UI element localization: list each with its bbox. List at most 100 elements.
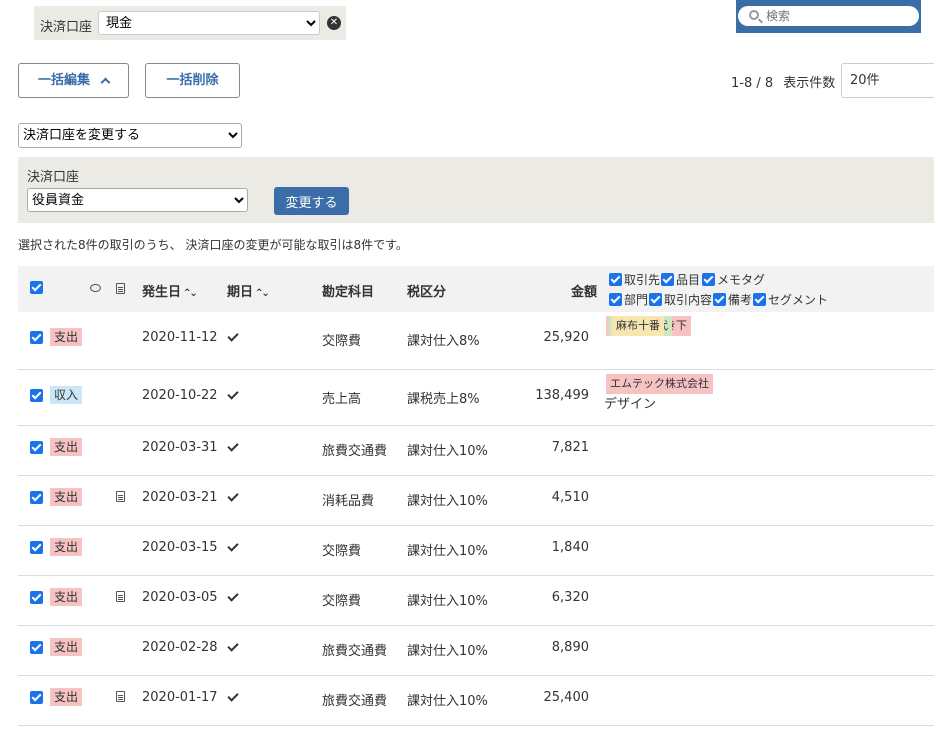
- account-filter-label: 決済口座: [40, 20, 93, 35]
- type-badge: 支出: [50, 638, 83, 656]
- tax-cell: 課対仕入10%: [407, 594, 488, 609]
- row-checkbox[interactable]: [30, 691, 43, 704]
- date-cell: 2020-11-12: [142, 330, 218, 345]
- type-badge: 収入: [50, 386, 83, 404]
- row-checkbox[interactable]: [30, 491, 43, 504]
- row-checkbox[interactable]: [30, 641, 43, 654]
- option-remarks[interactable]: 備考: [713, 291, 752, 308]
- option-checkbox: [609, 293, 622, 306]
- tax-cell: 課対仕入10%: [407, 694, 488, 709]
- row-checkbox[interactable]: [30, 441, 43, 454]
- change-panel-label: 決済口座: [27, 170, 80, 185]
- comment-icon: [90, 284, 101, 292]
- document-icon: [116, 591, 125, 602]
- tag-partner: エムテック株式会社: [606, 374, 713, 394]
- bulk-edit-button[interactable]: 一括編集: [18, 63, 129, 98]
- option-checkbox: [661, 273, 674, 286]
- page-range: 1-8 / 8: [731, 76, 774, 91]
- check-icon: [227, 440, 239, 452]
- option-partner[interactable]: 取引先: [609, 271, 660, 288]
- account-filter-select[interactable]: 現金: [98, 11, 320, 35]
- option-memo-tag[interactable]: メモタグ: [702, 271, 765, 288]
- amount-cell: 4,510: [551, 490, 589, 505]
- per-page-label: 表示件数: [783, 76, 836, 91]
- account-cell: 交際費: [322, 334, 362, 349]
- tax-cell: 課税売上8%: [407, 392, 480, 407]
- clear-filter-icon[interactable]: ✕: [327, 16, 341, 30]
- account-cell: 旅費交通費: [322, 444, 388, 459]
- table-row[interactable]: 支出2020-11-12交際費課対仕入8%25,920旬の味 たき下接待飲食代麻…: [18, 312, 934, 370]
- amount-cell: 25,920: [543, 330, 590, 345]
- header-due[interactable]: 期日 ⌃⌄: [227, 281, 270, 300]
- tax-cell: 課対仕入10%: [407, 644, 488, 659]
- type-badge: 支出: [50, 438, 83, 456]
- option-segment[interactable]: セグメント: [753, 291, 828, 308]
- sort-icon: ⌃⌄: [183, 288, 198, 299]
- check-icon: [227, 330, 239, 342]
- search-bar: [736, 0, 921, 33]
- row-checkbox[interactable]: [30, 591, 43, 604]
- amount-cell: 7,821: [551, 440, 589, 455]
- change-panel: 決済口座 役員資金 変更する: [18, 157, 934, 223]
- type-badge: 支出: [50, 328, 83, 346]
- check-icon: [227, 540, 239, 552]
- amount-cell: 8,890: [551, 640, 589, 655]
- selection-note: 選択された8件の取引のうち、 決済口座の変更が可能な取引は8件です。: [18, 238, 408, 252]
- date-cell: 2020-01-17: [142, 690, 218, 705]
- option-checkbox: [713, 293, 726, 306]
- type-badge: 支出: [50, 588, 83, 606]
- header-amount: 金額: [571, 285, 598, 300]
- select-all-checkbox[interactable]: [30, 281, 43, 294]
- account-cell: 交際費: [322, 594, 362, 609]
- table-header: 発生日 ⌃⌄ 期日 ⌃⌄ 勘定科目 税区分 金額 取引先 品目 メモタグ 部門 取引…: [18, 266, 934, 312]
- apply-change-button[interactable]: 変更する: [274, 187, 349, 215]
- pagination-info: 1-8 / 8 表示件数: [731, 72, 835, 91]
- account-cell: 交際費: [322, 544, 362, 559]
- tag-memo: 麻布十番: [612, 316, 664, 336]
- table-row[interactable]: 収入 2020-10-22 売上高 課税売上8% 138,499 エムテック株式会社 デザイ…: [18, 370, 934, 426]
- table-row[interactable]: 支出 2020-02-28 旅費交通費 課対仕入10% 8,890: [18, 626, 934, 676]
- row-checkbox[interactable]: [30, 541, 43, 554]
- check-icon: [227, 388, 239, 400]
- change-mode-select[interactable]: 決済口座を変更する: [18, 123, 242, 148]
- document-icon: [116, 283, 125, 294]
- option-department[interactable]: 部門: [609, 291, 648, 308]
- description-text: デザイン: [604, 397, 657, 412]
- table-row[interactable]: 支出 2020-03-15 交際費 課対仕入10% 1,840: [18, 526, 934, 576]
- date-cell: 2020-03-15: [142, 540, 218, 555]
- document-icon: [116, 691, 125, 702]
- header-date[interactable]: 発生日 ⌃⌄: [142, 281, 198, 300]
- option-checkbox: [702, 273, 715, 286]
- search-icon: [749, 10, 759, 20]
- option-item[interactable]: 品目: [661, 271, 700, 288]
- document-icon: [116, 491, 125, 502]
- amount-cell: 138,499: [535, 388, 589, 403]
- account-cell: 消耗品費: [322, 494, 375, 509]
- account-cell: 旅費交通費: [322, 644, 388, 659]
- table-row[interactable]: 支出 2020-03-31 旅費交通費 課対仕入10% 7,821: [18, 426, 934, 476]
- header-tax: 税区分: [407, 285, 447, 300]
- bulk-edit-label: 一括編集: [37, 73, 90, 88]
- search-input[interactable]: [738, 6, 919, 26]
- per-page-select[interactable]: 20件: [841, 63, 934, 98]
- date-cell: 2020-10-22: [142, 388, 218, 403]
- table-row[interactable]: 支出 2020-03-05 交際費 課対仕入10% 6,320: [18, 576, 934, 626]
- option-checkbox: [753, 293, 766, 306]
- date-cell: 2020-02-28: [142, 640, 218, 655]
- tax-cell: 課対仕入10%: [407, 494, 488, 509]
- amount-cell: 1,840: [551, 540, 589, 555]
- bulk-delete-button[interactable]: 一括削除: [145, 63, 240, 98]
- option-content[interactable]: 取引内容: [649, 291, 712, 308]
- row-checkbox[interactable]: [30, 389, 43, 402]
- amount-cell: 25,400: [543, 690, 590, 705]
- date-cell: 2020-03-05: [142, 590, 218, 605]
- new-account-select[interactable]: 役員資金: [27, 188, 248, 212]
- chevron-up-icon: [100, 77, 111, 88]
- account-cell: 旅費交通費: [322, 694, 388, 709]
- table-row[interactable]: 支出 2020-03-21 消耗品費 課対仕入10% 4,510: [18, 476, 934, 526]
- sort-icon: ⌃⌄: [255, 288, 270, 299]
- check-icon: [227, 640, 239, 652]
- table-row[interactable]: 支出 2020-01-17 旅費交通費 課対仕入10% 25,400: [18, 676, 934, 726]
- type-badge: 支出: [50, 688, 83, 706]
- row-checkbox[interactable]: [30, 331, 43, 344]
